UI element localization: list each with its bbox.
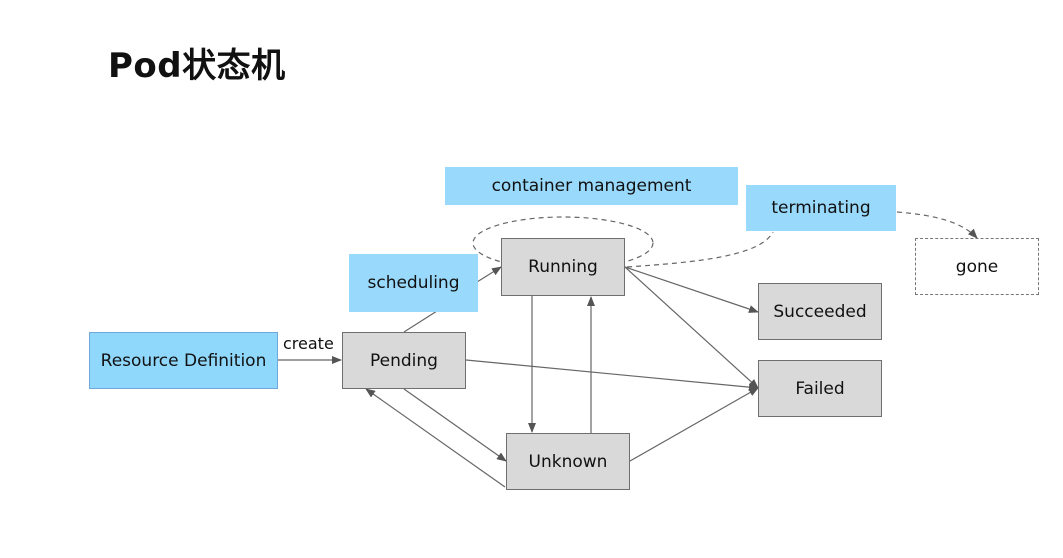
failed-node: Failed [758,360,882,417]
edge-pending-to-unknown [403,388,507,462]
edge-pending-to-failed [465,359,759,392]
create-edge-label: create [283,334,334,353]
unknown-node: Unknown [506,433,630,490]
gone-node: gone [915,238,1039,295]
edge-running-to-terminating [626,231,774,268]
running-node: Running [501,238,625,296]
edge-running-to-failed [624,266,759,389]
scheduling-label: scheduling [349,254,478,312]
terminating-label: terminating [746,185,896,231]
edge-running-to-succeeded [624,266,759,313]
edge-pending-to-running-upper [476,266,502,283]
edge-unknown-to-pending [365,388,506,488]
succeeded-node: Succeeded [758,283,882,340]
pending-node: Pending [342,332,466,389]
edge-unknown-to-failed [629,387,759,462]
edge-pending-to-running-lower [403,310,438,333]
container-management-label: container management [445,167,738,205]
resource-definition-node: Resource Definition [89,332,278,389]
edge-terminating-to-gone [896,211,978,239]
